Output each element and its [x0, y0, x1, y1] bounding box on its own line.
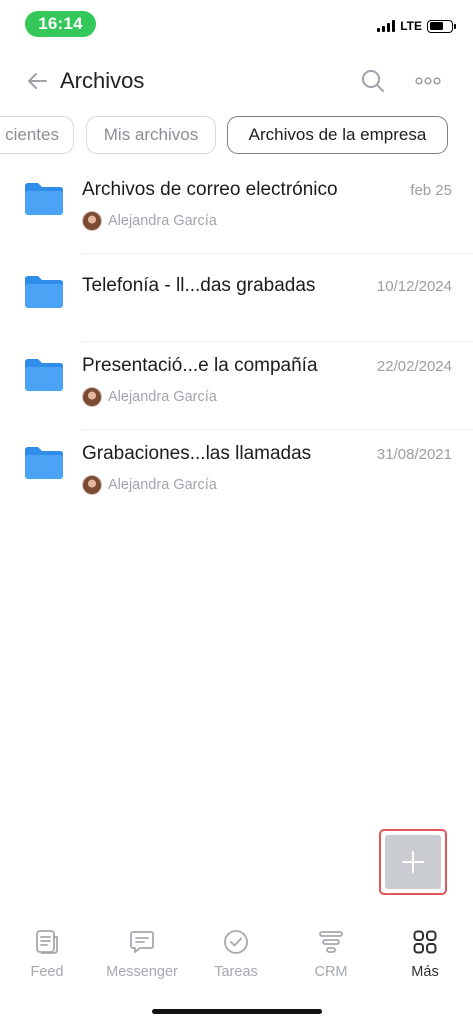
chat-icon — [128, 928, 156, 956]
file-date: 31/08/2021 — [376, 446, 452, 463]
owner-name: Alejandra García — [108, 389, 217, 405]
owner-name: Alejandra García — [108, 213, 217, 229]
file-owner: Alejandra García — [82, 387, 217, 407]
nav-label: Feed — [30, 964, 64, 980]
page-title: Archivos — [60, 68, 145, 93]
nav-feed[interactable]: Feed — [0, 928, 94, 988]
battery-icon — [427, 19, 456, 33]
search-icon — [362, 70, 384, 92]
folder-icon — [25, 359, 63, 391]
fab-highlight — [379, 829, 447, 895]
list-item[interactable]: Telefonía - ll...das grabadas 10/12/2024 — [0, 254, 473, 342]
arrow-left-icon — [28, 73, 47, 89]
more-horizontal-icon — [415, 77, 441, 85]
file-owner: Alejandra García — [82, 475, 217, 495]
home-indicator[interactable] — [152, 1009, 322, 1014]
add-button[interactable] — [385, 835, 441, 889]
nav-label: Messenger — [106, 964, 178, 980]
tab-recientes[interactable]: cientes — [0, 116, 74, 154]
nav-crm[interactable]: CRM — [284, 928, 378, 988]
folder-icon — [25, 447, 63, 479]
grid-icon — [411, 928, 439, 956]
avatar — [82, 387, 102, 407]
list-item[interactable]: Archivos de correo electrónico feb 25 Al… — [0, 166, 473, 254]
bottom-nav: Feed Messenger Tareas CRM Más — [0, 920, 473, 990]
file-date: 10/12/2024 — [376, 278, 452, 295]
folder-icon — [25, 276, 63, 308]
status-indicators: LTE — [377, 19, 456, 33]
file-date: feb 25 — [410, 182, 452, 199]
nav-mas[interactable]: Más — [378, 928, 472, 988]
signal-icon — [377, 20, 396, 32]
filter-icon — [317, 928, 345, 956]
owner-name: Alejandra García — [108, 477, 217, 493]
search-button[interactable] — [358, 66, 388, 96]
status-time: 16:14 — [25, 11, 96, 37]
status-bar: 16:14 LTE — [0, 0, 473, 50]
tab-archivos-empresa[interactable]: Archivos de la empresa — [227, 116, 448, 154]
nav-label: Tareas — [214, 964, 258, 980]
more-button[interactable] — [411, 66, 445, 96]
list-item[interactable]: Presentació...e la compañía 22/02/2024 A… — [0, 342, 473, 430]
nav-label: Más — [411, 964, 439, 980]
tabs: cientes Mis archivos Archivos de la empr… — [0, 116, 473, 156]
header: Archivos — [0, 58, 473, 104]
file-date: 22/02/2024 — [376, 358, 452, 375]
back-button[interactable] — [22, 66, 52, 96]
file-name: Grabaciones...las llamadas — [82, 443, 312, 464]
check-circle-icon — [222, 928, 250, 956]
file-list: Archivos de correo electrónico feb 25 Al… — [0, 166, 473, 518]
folder-icon — [25, 183, 63, 215]
list-item[interactable]: Grabaciones...las llamadas 31/08/2021 Al… — [0, 430, 473, 518]
file-owner: Alejandra García — [82, 211, 217, 231]
plus-icon — [402, 851, 424, 873]
file-name: Presentació...e la compañía — [82, 355, 318, 376]
nav-messenger[interactable]: Messenger — [95, 928, 189, 988]
file-name: Telefonía - ll...das grabadas — [82, 275, 316, 296]
file-name: Archivos de correo electrónico — [82, 179, 338, 200]
avatar — [82, 211, 102, 231]
nav-tareas[interactable]: Tareas — [189, 928, 283, 988]
nav-label: CRM — [314, 964, 348, 980]
network-type: LTE — [400, 19, 422, 33]
tab-mis-archivos[interactable]: Mis archivos — [86, 116, 216, 154]
feed-icon — [33, 928, 61, 956]
avatar — [82, 475, 102, 495]
